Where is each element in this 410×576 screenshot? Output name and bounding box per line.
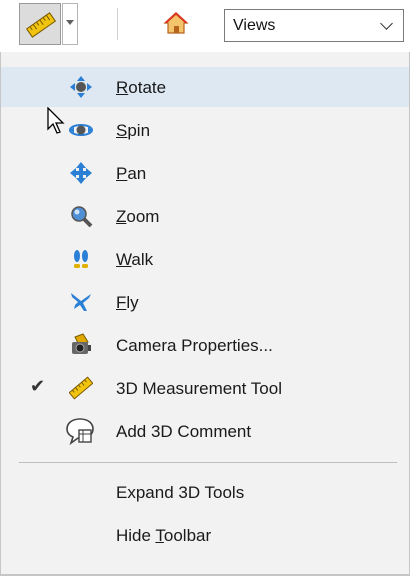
- menu-item-hide-toolbar[interactable]: Hide Toolbar: [1, 515, 409, 555]
- menu-item-label: alk: [131, 250, 154, 269]
- mnemonic: W: [116, 250, 132, 269]
- rotate-icon: [69, 75, 93, 99]
- menu-item-fly[interactable]: Fly: [1, 282, 409, 322]
- check-icon: ✔: [30, 376, 46, 396]
- toolbar-divider: [117, 8, 118, 40]
- menu-item-label: otate: [128, 78, 167, 97]
- menu-item-expand-3d-tools[interactable]: Expand 3D Tools: [1, 472, 409, 512]
- menu-item-camera-properties[interactable]: Camera Properties...: [1, 325, 409, 365]
- pan-icon: [69, 161, 93, 185]
- mnemonic: S: [116, 121, 128, 140]
- mnemonic: R: [116, 78, 129, 97]
- menu-item-label: oom: [126, 207, 160, 226]
- menu-item-label: Expand 3D Tools: [116, 483, 245, 502]
- comment-icon: [65, 416, 95, 446]
- chevron-down-icon: [66, 20, 74, 25]
- toolbar: Views: [0, 0, 410, 52]
- mouse-cursor-icon: [47, 106, 67, 140]
- walk-icon: [69, 247, 93, 271]
- menu-item-walk[interactable]: Walk: [1, 239, 409, 279]
- menu-item-add-3d-comment[interactable]: Add 3D Comment: [1, 411, 409, 451]
- mnemonic: F: [116, 293, 127, 312]
- views-select[interactable]: Views: [224, 9, 404, 42]
- camera-icon: [69, 333, 93, 357]
- menu-item-label: an: [127, 164, 147, 183]
- measurement-tool-button[interactable]: [19, 3, 61, 45]
- views-select-value: Views: [233, 17, 276, 34]
- mnemonic: P: [116, 164, 128, 183]
- chevron-down-icon: [380, 17, 393, 30]
- menu-item-3d-measurement-tool[interactable]: ✔ 3D Measurement Tool: [1, 368, 409, 408]
- menu-item-label: pin: [127, 121, 151, 140]
- menu-item-label: Add 3D Comment: [116, 422, 252, 441]
- tool-dropdown-arrow[interactable]: [62, 3, 78, 45]
- ruler-icon: [69, 376, 93, 400]
- ruler-icon: [26, 12, 56, 38]
- menu-item-label: Camera Properties...: [116, 336, 273, 355]
- zoom-icon: [69, 204, 93, 228]
- menu-item-pan[interactable]: Pan: [1, 153, 409, 193]
- menu-item-rotate[interactable]: Rotate: [1, 67, 409, 107]
- spin-icon: [69, 118, 93, 142]
- fly-icon: [69, 290, 93, 314]
- menu-item-label: oolbar: [163, 526, 212, 545]
- menu-item-label: Hide: [116, 526, 156, 545]
- menu-item-label: ly: [126, 293, 139, 312]
- menu-divider: [19, 462, 397, 463]
- home-icon: [163, 12, 189, 34]
- mnemonic: Z: [116, 207, 127, 226]
- home-button[interactable]: [163, 11, 189, 40]
- mnemonic: T: [155, 526, 164, 545]
- menu-item-zoom[interactable]: Zoom: [1, 196, 409, 236]
- menu-item-label: 3D Measurement Tool: [116, 379, 282, 398]
